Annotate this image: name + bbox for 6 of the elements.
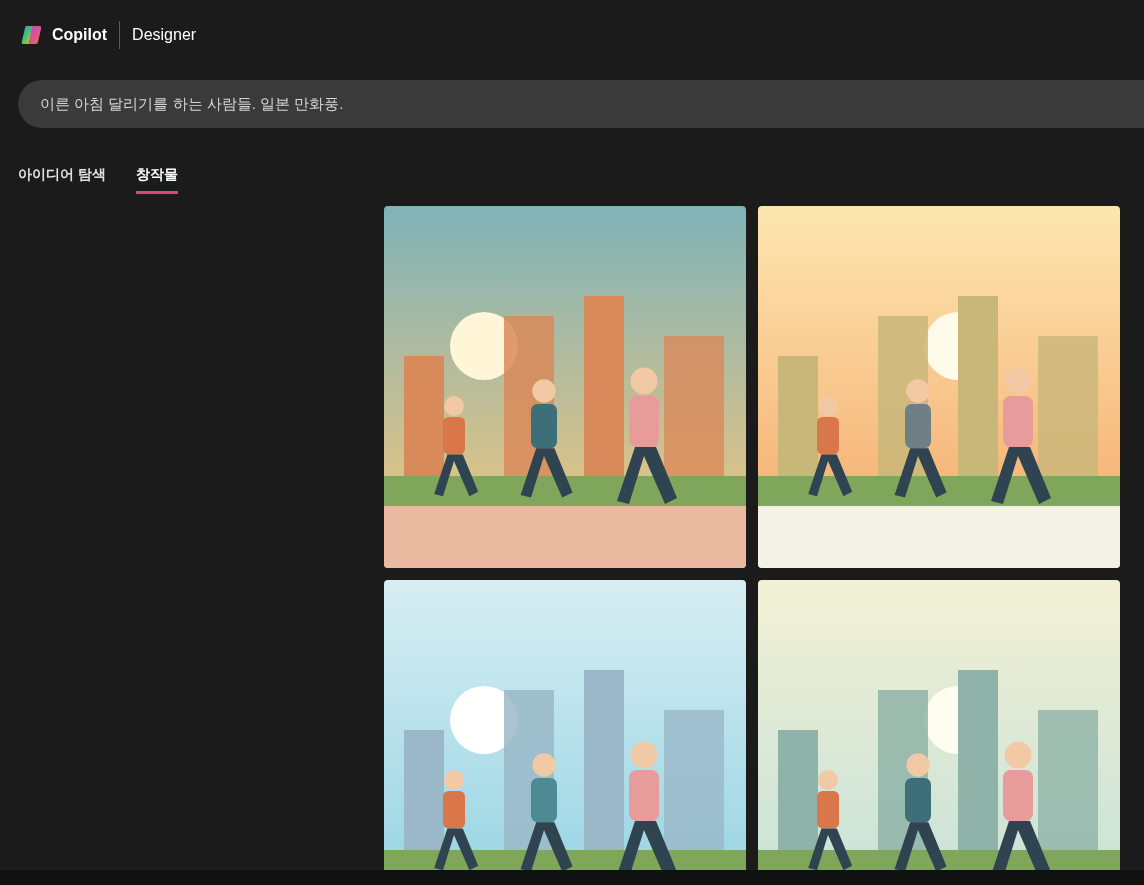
tab[interactable]: 창작물 [135, 164, 178, 194]
brand-name: Copilot [52, 25, 108, 45]
prompt-field[interactable]: 이른 아침 달리기를 하는 사람들. 일본 만화풍. [18, 80, 1144, 128]
product-name: Designer [132, 25, 197, 45]
copilot-logo-icon[interactable] [20, 23, 44, 47]
tab[interactable]: 아이디어 탐색 [18, 164, 106, 194]
